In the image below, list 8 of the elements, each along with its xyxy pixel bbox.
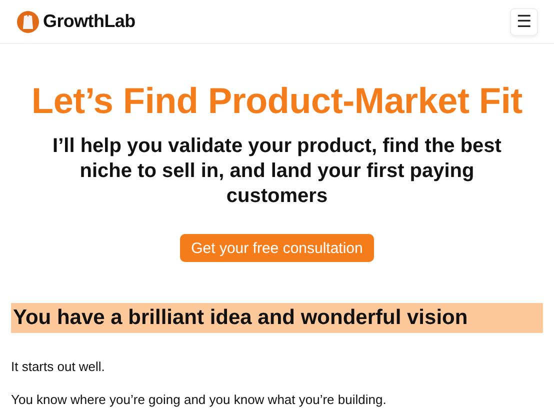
paragraph: You know where you’re going and you know what you’re building. (11, 392, 388, 408)
hero-subtitle: I’ll help you validate your product, find the best niche to sell in, and land your first paying customers (52, 134, 502, 209)
logo-icon (16, 10, 40, 34)
hero-title: Let’s Find Product-Market Fit (32, 80, 522, 122)
section-heading: You have a brilliant idea and wonderful vision (11, 303, 543, 333)
brand-name[interactable]: GrowthLab (43, 11, 136, 32)
paragraph: It starts out well. (11, 359, 106, 375)
menu-button[interactable]: ☰ (510, 8, 538, 36)
